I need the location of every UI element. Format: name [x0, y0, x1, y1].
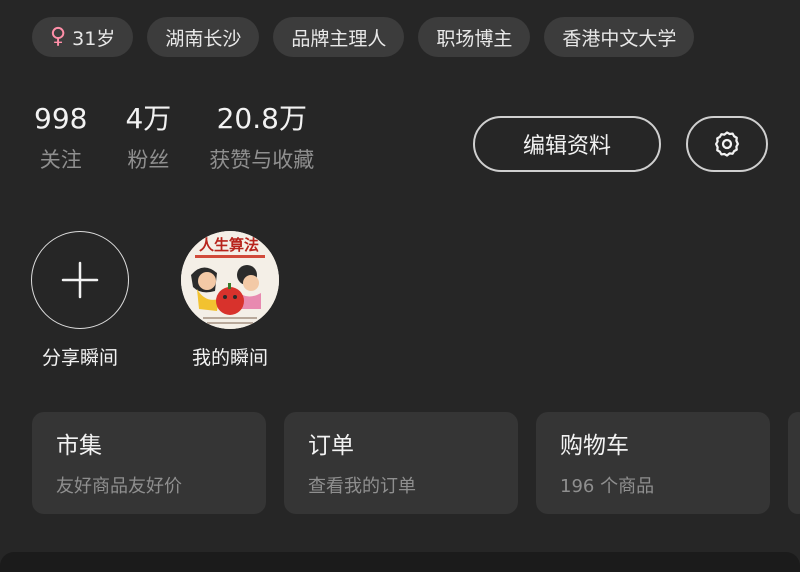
- plus-icon: [61, 261, 99, 299]
- stat-followers[interactable]: 4万 粉丝: [125, 100, 171, 174]
- bottom-sheet-edge: [0, 552, 800, 572]
- share-moment-circle[interactable]: [31, 231, 129, 329]
- followers-count: 4万: [125, 102, 172, 135]
- card-subtitle: 友好商品友好价: [56, 476, 182, 497]
- tag-label: 职场博主: [436, 27, 513, 50]
- following-label: 关注: [39, 148, 82, 172]
- moment-cover-image: 人生算法: [181, 231, 279, 329]
- profile-tags: ♀ 31岁 湖南长沙 品牌主理人 职场博主 香港中文大学: [32, 17, 695, 57]
- stat-following[interactable]: 998 关注: [34, 100, 87, 174]
- card-title: 市集: [56, 433, 102, 459]
- my-moment-cover[interactable]: 人生算法: [181, 231, 279, 329]
- tag-age[interactable]: ♀ 31岁: [32, 17, 134, 57]
- followers-label: 粉丝: [127, 148, 170, 172]
- tag-label: 31岁: [72, 27, 116, 50]
- my-moment-label: 我的瞬间: [191, 347, 268, 369]
- market-card[interactable]: 市集 友好商品友好价: [32, 412, 266, 514]
- gear-icon: [715, 131, 739, 157]
- tag-occupation[interactable]: 品牌主理人: [273, 17, 405, 57]
- card-subtitle: 查看我的订单: [308, 476, 416, 497]
- cover-title: 人生算法: [199, 236, 259, 254]
- service-cards: 市集 友好商品友好价 订单 查看我的订单 购物车 196 个商品: [32, 412, 800, 514]
- tag-label: 湖南长沙: [165, 27, 242, 50]
- edit-profile-button[interactable]: 编辑资料: [473, 116, 661, 172]
- tag-label: 香港中文大学: [562, 27, 677, 50]
- likes-label: 获赞与收藏: [209, 148, 315, 172]
- cart-card[interactable]: 购物车 196 个商品: [536, 412, 770, 514]
- tag-school[interactable]: 香港中文大学: [544, 17, 695, 57]
- stat-likes-collections[interactable]: 20.8万 获赞与收藏: [209, 100, 314, 174]
- share-moment-label: 分享瞬间: [41, 347, 118, 369]
- share-moment[interactable]: 分享瞬间: [31, 231, 129, 370]
- my-moment[interactable]: 人生算法 我的瞬间: [181, 231, 279, 370]
- next-card-partial[interactable]: [788, 412, 800, 514]
- card-title: 购物车: [560, 433, 629, 459]
- tag-location[interactable]: 湖南长沙: [147, 17, 260, 57]
- settings-button[interactable]: [686, 116, 768, 172]
- tag-occupation-blogger[interactable]: 职场博主: [418, 17, 531, 57]
- following-count: 998: [34, 102, 88, 135]
- likes-count: 20.8万: [216, 102, 307, 135]
- tag-label: 品牌主理人: [291, 27, 387, 50]
- orders-card[interactable]: 订单 查看我的订单: [284, 412, 518, 514]
- female-icon: ♀: [50, 24, 67, 49]
- moments-row: 分享瞬间 人生算法 我的瞬间: [31, 231, 279, 370]
- card-title: 订单: [308, 433, 354, 459]
- card-subtitle: 196 个商品: [560, 476, 655, 497]
- profile-stats: 998 关注 4万 粉丝 20.8万 获赞与收藏: [34, 100, 314, 174]
